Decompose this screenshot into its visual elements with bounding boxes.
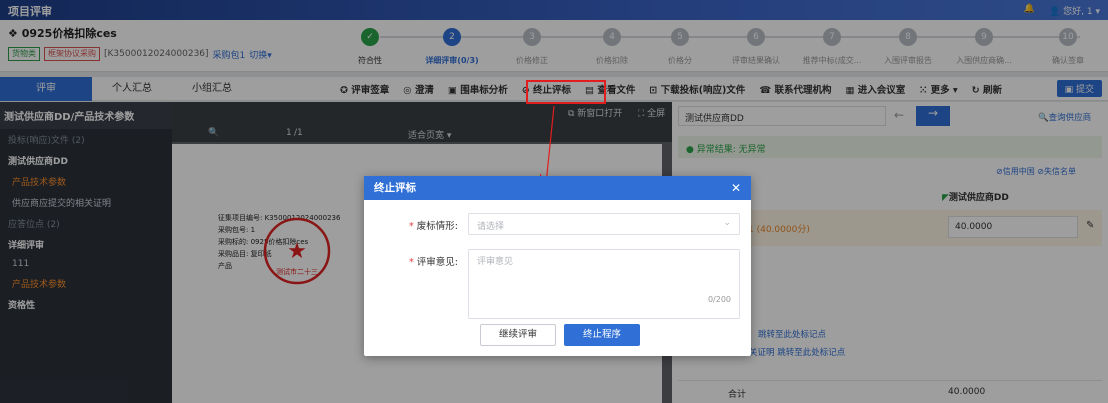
continue-review-button[interactable]: 继续评审 <box>480 324 556 346</box>
terminate-highlight <box>526 80 606 104</box>
dialog-title: 终止评标 <box>364 176 751 200</box>
opinion-textarea[interactable]: 评审意见 0/200 <box>468 249 740 319</box>
close-icon[interactable]: ✕ <box>731 181 741 195</box>
reason-select[interactable]: 请选择 ⌄ <box>468 213 740 235</box>
char-counter: 0/200 <box>707 295 731 304</box>
reason-placeholder: 请选择 <box>477 222 505 232</box>
reason-label-text: 废标情形: <box>416 221 458 232</box>
chevron-down-icon: ⌄ <box>723 218 731 228</box>
opinion-label-text: 评审意见: <box>416 257 458 268</box>
terminate-procedure-button[interactable]: 终止程序 <box>564 324 640 346</box>
opinion-placeholder: 评审意见 <box>477 257 514 267</box>
reason-label: * 废标情形: <box>409 221 458 232</box>
terminate-review-dialog: 终止评标 ✕ * 废标情形: 请选择 ⌄ * 评审意见: 评审意见 0/200 … <box>364 176 751 356</box>
opinion-label: * 评审意见: <box>409 257 458 268</box>
